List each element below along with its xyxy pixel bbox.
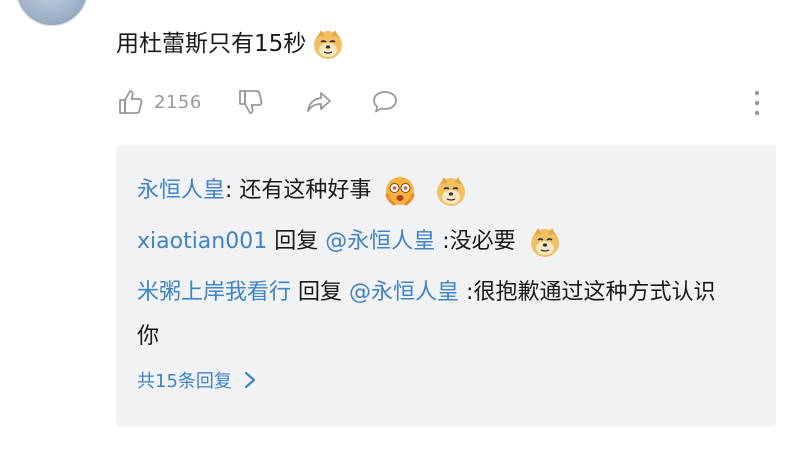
- doge-emoji: [530, 228, 559, 257]
- reply-text: 没必要: [449, 229, 516, 254]
- more-vertical-icon: [754, 90, 760, 116]
- view-more-replies-link[interactable]: 共15条回复: [137, 367, 258, 393]
- reply-item: xiaotian001 回复 @永恒人皇 :没必要: [137, 220, 737, 264]
- comment-bubble-icon: [372, 91, 397, 113]
- chevron-right-icon: [244, 371, 256, 389]
- thumbs-down-icon: [238, 90, 263, 114]
- view-more-label: 共15条回复: [137, 371, 232, 392]
- more-options-button[interactable]: [746, 88, 768, 118]
- comment-actions: 2156: [116, 86, 400, 118]
- replies-panel: 永恒人皇: 还有这种好事 xiaotian001 回复 @永恒人皇:没必要 米…: [116, 145, 776, 427]
- dislike-button[interactable]: [236, 87, 266, 117]
- reply-separator: :: [459, 280, 474, 305]
- reply-button[interactable]: [370, 87, 400, 117]
- reply-keyword: 回复: [291, 280, 350, 305]
- comment-timestamp: 3-20: [118, 0, 150, 4]
- reply-username[interactable]: 米粥上岸我看行: [137, 280, 291, 305]
- reply-username[interactable]: 永恒人皇: [137, 178, 225, 203]
- avatar[interactable]: [16, 0, 88, 26]
- comment-body: 用杜蕾斯只有15秒: [116, 28, 344, 60]
- reply-text: 还有这种好事: [239, 178, 372, 203]
- like-button[interactable]: 2156: [116, 87, 202, 117]
- thumbs-up-icon: [119, 90, 143, 114]
- reply-item: 永恒人皇: 还有这种好事: [137, 169, 737, 213]
- share-button[interactable]: [304, 87, 334, 117]
- comment-text: 用杜蕾斯只有15秒: [116, 31, 307, 57]
- doge-emoji: [314, 30, 343, 59]
- reply-item: 米粥上岸我看行 回复 @永恒人皇 :很抱歉通过这种方式认识你: [137, 271, 717, 359]
- reply-keyword: 回复: [267, 229, 326, 254]
- reply-mention[interactable]: @永恒人皇: [349, 280, 459, 305]
- share-icon: [306, 92, 331, 112]
- doge-emoji: [437, 177, 466, 206]
- reply-username[interactable]: xiaotian001: [137, 229, 267, 254]
- reply-mention[interactable]: @永恒人皇: [325, 229, 435, 254]
- reply-separator: :: [435, 229, 450, 254]
- shocked-face-emoji: [385, 177, 415, 206]
- like-count: 2156: [154, 91, 202, 113]
- comment-page: 3-20 用杜蕾斯只有15秒 2156: [0, 0, 800, 454]
- reply-separator: :: [225, 178, 240, 203]
